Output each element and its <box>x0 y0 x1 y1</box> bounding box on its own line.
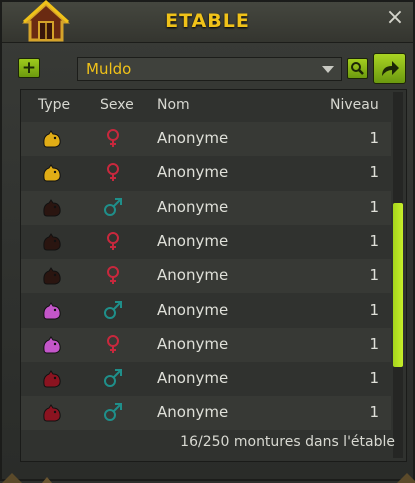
scrollbar[interactable] <box>393 92 403 458</box>
search-button[interactable] <box>347 58 368 79</box>
female-icon <box>101 332 125 356</box>
table-row[interactable]: Anonyme 1 <box>21 156 391 190</box>
chevron-down-icon <box>322 66 334 73</box>
select-value: Muldo <box>86 60 132 78</box>
share-arrow-icon <box>382 61 399 76</box>
mount-level: 1 <box>369 231 379 250</box>
add-button[interactable]: + <box>18 58 40 78</box>
mount-name: Anonyme <box>157 334 229 353</box>
header-name[interactable]: Nom <box>157 97 190 113</box>
male-icon <box>101 366 125 390</box>
mount-level: 1 <box>369 369 379 388</box>
table-row[interactable]: Anonyme 1 <box>21 225 391 259</box>
muldo-icon <box>41 265 63 287</box>
scrollbar-thumb[interactable] <box>393 202 403 368</box>
mount-name: Anonyme <box>157 369 229 388</box>
mount-name: Anonyme <box>157 163 229 182</box>
table-row[interactable]: Anonyme 1 <box>21 362 391 396</box>
header-sex[interactable]: Sexe <box>100 97 134 113</box>
header-type[interactable]: Type <box>38 97 70 113</box>
mount-type-select[interactable]: Muldo <box>77 57 342 81</box>
mount-level: 1 <box>369 403 379 422</box>
mount-level: 1 <box>369 300 379 319</box>
mount-name: Anonyme <box>157 197 229 216</box>
male-icon <box>101 195 125 219</box>
table-row[interactable]: Anonyme 1 <box>21 294 391 328</box>
table-header: Type Sexe Nom Niveau <box>21 90 391 120</box>
close-icon[interactable]: × <box>381 4 409 32</box>
muldo-icon <box>41 197 63 219</box>
muldo-icon <box>41 231 63 253</box>
mount-name: Anonyme <box>157 266 229 285</box>
mount-list: Type Sexe Nom Niveau Anonyme 1 Anonyme 1 Ano… <box>20 89 407 462</box>
mount-name: Anonyme <box>157 129 229 147</box>
mount-level: 1 <box>369 129 379 147</box>
muldo-icon <box>41 128 63 150</box>
header-level[interactable]: Niveau <box>330 97 379 113</box>
table-row[interactable]: Anonyme 1 <box>21 327 391 362</box>
female-icon <box>101 263 125 287</box>
female-icon <box>101 126 125 150</box>
mount-name: Anonyme <box>157 231 229 250</box>
male-icon <box>101 400 125 424</box>
mount-name: Anonyme <box>157 403 229 422</box>
table-row[interactable]: Anonyme 1 <box>21 122 391 156</box>
muldo-icon <box>41 334 63 356</box>
table-row[interactable]: Anonyme 1 <box>21 259 391 294</box>
female-icon <box>101 229 125 253</box>
muldo-icon <box>41 300 63 322</box>
muldo-icon <box>41 162 63 184</box>
male-icon <box>101 298 125 322</box>
mount-level: 1 <box>369 266 379 285</box>
mount-count: 16/250 montures dans l'étable <box>180 434 395 450</box>
mount-level: 1 <box>369 163 379 182</box>
title-bar: ETABLE × <box>2 0 413 43</box>
muldo-icon <box>41 368 63 390</box>
mount-level: 1 <box>369 197 379 216</box>
table-row[interactable]: Anonyme 1 <box>21 190 391 225</box>
table-row[interactable]: Anonyme 1 <box>21 396 391 431</box>
stable-window: ETABLE × + Muldo Type Sexe Nom Niveau An… <box>0 0 415 483</box>
mount-name: Anonyme <box>157 300 229 319</box>
mount-level: 1 <box>369 334 379 353</box>
search-icon <box>351 62 364 75</box>
female-icon <box>101 160 125 184</box>
share-button[interactable] <box>373 53 406 84</box>
window-title: ETABLE <box>165 10 250 32</box>
muldo-icon <box>41 402 63 424</box>
